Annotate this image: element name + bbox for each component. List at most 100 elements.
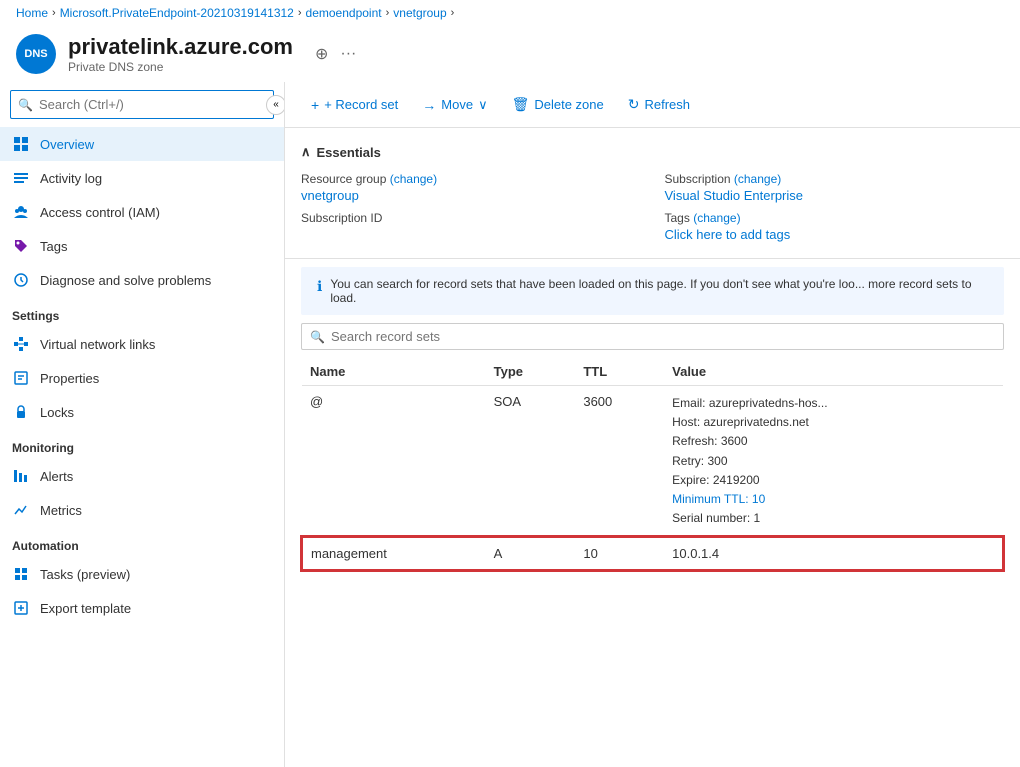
row-ttl: 10 (575, 537, 664, 570)
access-control-icon (12, 203, 30, 221)
search-records-input[interactable] (331, 329, 995, 344)
resource-type: Private DNS zone (68, 60, 293, 74)
sidebar-item-metrics[interactable]: Metrics (0, 493, 284, 527)
tags-change-link[interactable]: (change) (693, 211, 740, 225)
diagnose-icon (12, 271, 30, 289)
virtual-network-icon (12, 335, 30, 353)
table-row[interactable]: management A 10 10.0.1.4 (302, 537, 1003, 570)
tags-label: Tags (change) (665, 211, 1005, 225)
breadcrumb-home[interactable]: Home (16, 6, 48, 20)
content-area: + + Record set → Move ∨ 🗑 Delete zone ↻ … (285, 82, 1020, 767)
tags-icon (12, 237, 30, 255)
tags-value: Click here to add tags (665, 227, 1005, 242)
col-name: Name (302, 358, 486, 386)
resource-name: privatelink.azure.com (68, 34, 293, 60)
search-records-icon: 🔍 (310, 330, 325, 344)
sidebar-item-virtual-network-links[interactable]: Virtual network links (0, 327, 284, 361)
search-icon: 🔍 (18, 98, 33, 112)
search-input[interactable] (10, 90, 274, 119)
delete-zone-button[interactable]: 🗑 Delete zone (502, 90, 614, 119)
tags-add-link[interactable]: Click here to add tags (665, 227, 791, 242)
move-label: Move (441, 97, 473, 112)
alerts-icon (12, 467, 30, 485)
dns-icon: DNS (16, 34, 56, 74)
sidebar-item-diagnose[interactable]: Diagnose and solve problems (0, 263, 284, 297)
table-row[interactable]: @ SOA 3600 Email: azureprivatedns-hos...… (302, 386, 1003, 538)
subscription-link[interactable]: Visual Studio Enterprise (665, 188, 804, 203)
tasks-icon (12, 565, 30, 583)
records-table: Name Type TTL Value @ SOA 3600 (301, 358, 1004, 571)
overview-label: Overview (40, 137, 94, 152)
delete-icon: 🗑 (512, 96, 530, 113)
move-button[interactable]: → Move ∨ (412, 91, 497, 119)
main-layout: 🔍 « Overview Activity log (0, 82, 1020, 767)
breadcrumb-endpoint-group[interactable]: Microsoft.PrivateEndpoint-20210319141312 (60, 6, 294, 20)
sidebar-item-access-control[interactable]: Access control (IAM) (0, 195, 284, 229)
value-line-host: Host: azureprivatedns.net (672, 413, 995, 432)
subscription-item: Subscription (change) Visual Studio Ente… (665, 172, 1005, 203)
sidebar-item-overview[interactable]: Overview (0, 127, 284, 161)
record-set-label: + Record set (324, 97, 398, 112)
properties-label: Properties (40, 371, 99, 386)
refresh-icon: ↻ (628, 96, 640, 113)
breadcrumb-demoendpoint[interactable]: demoendpoint (306, 6, 382, 20)
subscription-change-link[interactable]: (change) (734, 172, 781, 186)
subscription-value: Visual Studio Enterprise (665, 188, 1005, 203)
export-template-label: Export template (40, 601, 131, 616)
refresh-label: Refresh (644, 97, 690, 112)
page-wrapper: Home › Microsoft.PrivateEndpoint-2021031… (0, 0, 1020, 767)
sidebar-item-tags[interactable]: Tags (0, 229, 284, 263)
record-set-button[interactable]: + + Record set (301, 91, 408, 119)
settings-section-title: Settings (0, 297, 284, 327)
pin-button[interactable]: ⊕ (313, 42, 330, 66)
metrics-label: Metrics (40, 503, 82, 518)
sidebar-item-tasks[interactable]: Tasks (preview) (0, 557, 284, 591)
value-line-refresh: Refresh: 3600 (672, 432, 995, 451)
value-line-email: Email: azureprivatedns-hos... (672, 394, 995, 413)
row-type: SOA (486, 386, 576, 538)
row-name: @ (302, 386, 486, 538)
locks-label: Locks (40, 405, 74, 420)
tasks-label: Tasks (preview) (40, 567, 130, 582)
sidebar-item-locks[interactable]: Locks (0, 395, 284, 429)
col-type: Type (486, 358, 576, 386)
monitoring-section-title: Monitoring (0, 429, 284, 459)
sidebar-item-alerts[interactable]: Alerts (0, 459, 284, 493)
resource-group-label: Resource group (change) (301, 172, 641, 186)
table-header: Name Type TTL Value (302, 358, 1003, 386)
tags-item: Tags (change) Click here to add tags (665, 211, 1005, 242)
essentials-section: ∧ Essentials Resource group (change) vne… (285, 128, 1020, 259)
sidebar-item-export-template[interactable]: Export template (0, 591, 284, 625)
breadcrumb-vnetgroup[interactable]: vnetgroup (393, 6, 446, 20)
row-value: 10.0.1.4 (664, 537, 1003, 570)
value-line-expire: Expire: 2419200 (672, 471, 995, 490)
essentials-header[interactable]: ∧ Essentials (301, 144, 1004, 160)
locks-icon (12, 403, 30, 421)
info-banner: ℹ You can search for record sets that ha… (301, 267, 1004, 315)
toolbar: + + Record set → Move ∨ 🗑 Delete zone ↻ … (285, 82, 1020, 128)
activity-log-label: Activity log (40, 171, 102, 186)
col-value: Value (664, 358, 1003, 386)
resource-group-change-link[interactable]: (change) (390, 172, 437, 186)
more-options-button[interactable]: ··· (338, 43, 358, 65)
sidebar-item-activity-log[interactable]: Activity log (0, 161, 284, 195)
row-ttl: 3600 (575, 386, 664, 538)
refresh-button[interactable]: ↻ Refresh (618, 90, 700, 119)
essentials-grid: Resource group (change) vnetgroup Subscr… (301, 172, 1004, 242)
subscription-id-label: Subscription ID (301, 211, 641, 225)
overview-icon (12, 135, 30, 153)
subscription-label: Subscription (change) (665, 172, 1005, 186)
metrics-icon (12, 501, 30, 519)
resource-group-link[interactable]: vnetgroup (301, 188, 359, 203)
activity-log-icon (12, 169, 30, 187)
header-actions: ⊕ ··· (313, 42, 358, 66)
collapse-sidebar-button[interactable]: « (266, 95, 285, 115)
row-name: management (302, 537, 486, 570)
resource-title-area: privatelink.azure.com Private DNS zone (68, 34, 293, 74)
value-line-serial: Serial number: 1 (672, 509, 995, 528)
sidebar: 🔍 « Overview Activity log (0, 82, 285, 767)
sidebar-item-properties[interactable]: Properties (0, 361, 284, 395)
sidebar-search-container: 🔍 « (10, 90, 274, 119)
move-chevron-icon: ∨ (478, 97, 488, 113)
subscription-id-item: Subscription ID (301, 211, 641, 242)
